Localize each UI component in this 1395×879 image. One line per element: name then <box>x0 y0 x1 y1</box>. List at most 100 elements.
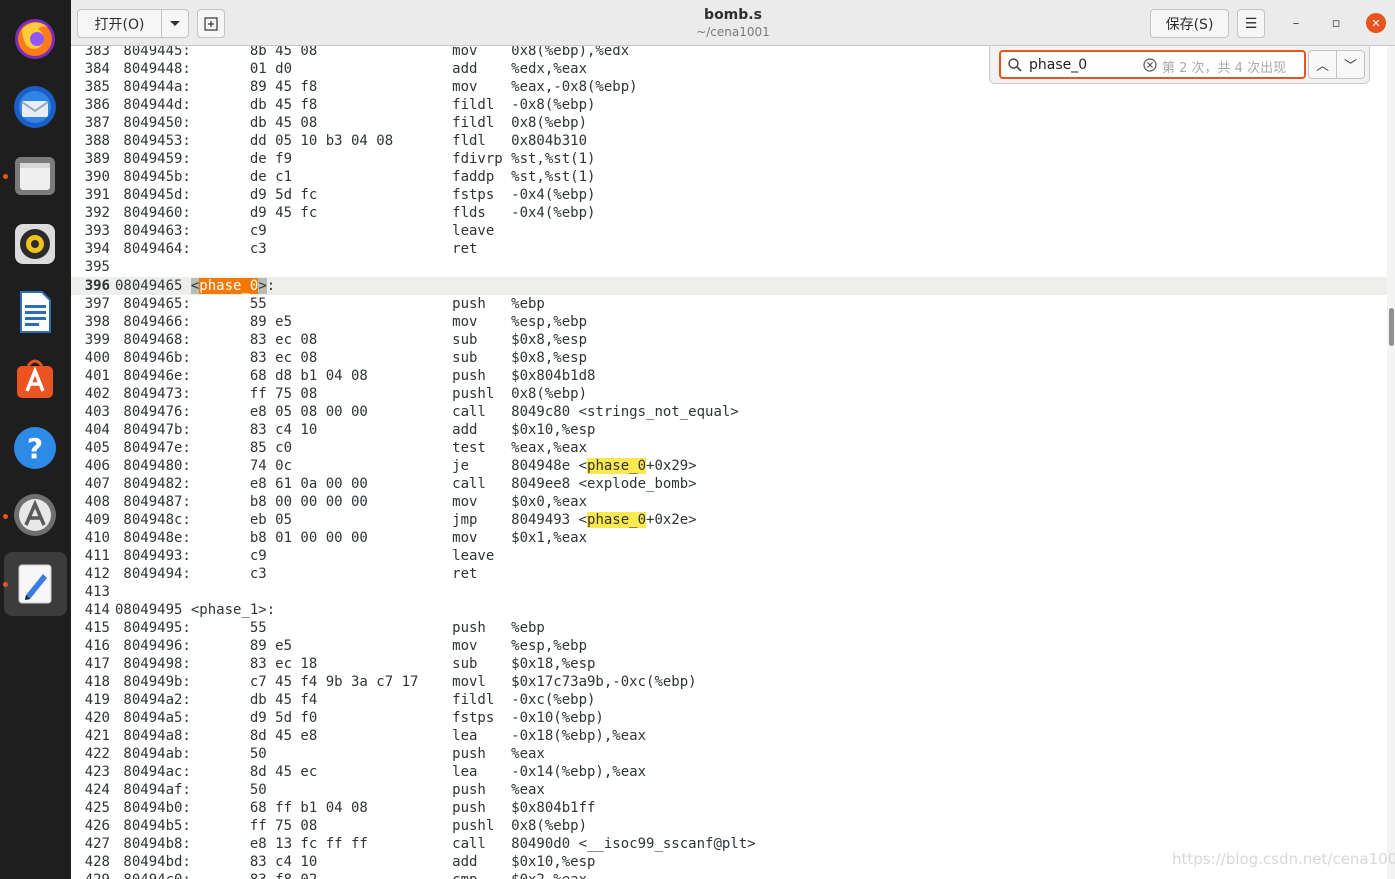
minimize-button[interactable]: – <box>1286 13 1306 33</box>
code-line[interactable]: 423 80494ac: 8d 45 ec lea -0x14(%ebp),%e… <box>71 763 1387 781</box>
line-number: 387 <box>84 115 110 131</box>
code-line[interactable]: 408 8049487: b8 00 00 00 00 mov $0x0,%ea… <box>71 493 1387 511</box>
ubuntu-software-icon <box>17 359 53 398</box>
code-line[interactable]: 394 8049464: c3 ret <box>71 240 1387 258</box>
code-line[interactable]: 387 8049450: db 45 08 fildl 0x8(%ebp) <box>71 114 1387 132</box>
search-match: phase_0 <box>587 512 647 528</box>
code-line[interactable]: 417 8049498: 83 ec 18 sub $0x18,%esp <box>71 655 1387 673</box>
software-launcher[interactable] <box>12 356 58 402</box>
search-next-button[interactable]: ﹀ <box>1336 50 1365 79</box>
code-line[interactable]: 421 80494a8: 8d 45 e8 lea -0x18(%ebp),%e… <box>71 727 1387 745</box>
search-previous-button[interactable]: ︿ <box>1308 50 1337 79</box>
files-running-indicator <box>3 174 8 179</box>
line-content: 80494b8: e8 13 fc ff ff call 80490d0 <__… <box>115 836 756 852</box>
line-number: 409 <box>84 512 110 528</box>
line-text: 8049494: c3 ret <box>115 565 511 583</box>
software-updater-icon <box>14 494 56 536</box>
code-line[interactable]: 406 8049480: 74 0c je 804948e <phase_0+0… <box>71 457 1387 475</box>
line-number: 383 <box>84 46 110 59</box>
code-line[interactable]: 426 80494b5: ff 75 08 pushl 0x8(%ebp) <box>71 817 1387 835</box>
line-text: 804948c: eb 05 jmp 8049493 <phase_0+0x2e… <box>115 511 697 529</box>
firefox-launcher[interactable] <box>12 15 58 61</box>
updater-launcher[interactable] <box>12 492 58 538</box>
rhythmbox-launcher[interactable] <box>12 221 58 267</box>
code-line[interactable]: 413 <box>71 583 1387 601</box>
code-line[interactable]: 403 8049476: e8 05 08 00 00 call 8049c80… <box>71 403 1387 421</box>
firefox-icon <box>15 19 55 59</box>
line-number: 403 <box>84 404 110 420</box>
code-line[interactable]: 422 80494ab: 50 push %eax <box>71 745 1387 763</box>
line-content: 804944a: 89 45 f8 mov %eax,-0x8(%ebp) <box>115 79 638 95</box>
code-line[interactable]: 412 8049494: c3 ret <box>71 565 1387 583</box>
line-number: 394 <box>84 241 110 257</box>
rhythmbox-icon <box>15 224 55 264</box>
editor-text-view[interactable]: 383 8049445: 8b 45 08 mov 0x8(%ebp),%edx… <box>71 46 1387 879</box>
code-line[interactable]: 396 08049465 <phase_0>: <box>71 277 1387 295</box>
line-number: 389 <box>84 151 110 167</box>
close-icon: ✕ <box>1371 16 1381 30</box>
line-text: 80494b0: 68 ff b1 04 08 push $0x804b1ff <box>115 799 595 817</box>
hamburger-menu-button[interactable]: ☰ <box>1237 9 1265 38</box>
line-content: 804946e: 68 d8 b1 04 08 push $0x804b1d8 <box>115 368 596 384</box>
libreoffice-writer-icon <box>20 291 51 333</box>
code-line[interactable]: 418 804949b: c7 45 f4 9b 3a c7 17 movl $… <box>71 673 1387 691</box>
line-content: 8049493: c9 leave <box>115 548 512 564</box>
code-line[interactable]: 414 08049495 <phase_1>: <box>71 601 1387 619</box>
text-editor-launcher[interactable] <box>12 561 58 607</box>
line-text: 80494af: 50 push %eax <box>115 781 544 799</box>
code-line[interactable]: 395 <box>71 258 1387 276</box>
code-line[interactable]: 399 8049468: 83 ec 08 sub $0x8,%esp <box>71 331 1387 349</box>
line-content: 8049453: dd 05 10 b3 04 08 fldl 0x804b31… <box>115 133 588 149</box>
code-line[interactable]: 407 8049482: e8 61 0a 00 00 call 8049ee8… <box>71 475 1387 493</box>
code-line[interactable]: 400 804946b: 83 ec 08 sub $0x8,%esp <box>71 349 1387 367</box>
code-line[interactable]: 425 80494b0: 68 ff b1 04 08 push $0x804b… <box>71 799 1387 817</box>
search-input[interactable] <box>1029 56 1139 74</box>
code-line[interactable]: 424 80494af: 50 push %eax <box>71 781 1387 799</box>
code-line[interactable]: 389 8049459: de f9 fdivrp %st,%st(1) <box>71 150 1387 168</box>
code-line[interactable]: 402 8049473: ff 75 08 pushl 0x8(%ebp) <box>71 385 1387 403</box>
code-line[interactable]: 401 804946e: 68 d8 b1 04 08 push $0x804b… <box>71 367 1387 385</box>
code-line[interactable]: 419 80494a2: db 45 f4 fildl -0xc(%ebp) <box>71 691 1387 709</box>
code-line[interactable]: 415 8049495: 55 push %ebp <box>71 619 1387 637</box>
code-line[interactable]: 388 8049453: dd 05 10 b3 04 08 fldl 0x80… <box>71 132 1387 150</box>
save-button[interactable]: 保存(S) <box>1150 9 1229 38</box>
help-launcher[interactable]: ? <box>12 425 58 471</box>
line-number: 392 <box>84 205 110 221</box>
code-line[interactable]: 390 804945b: de c1 faddp %st,%st(1) <box>71 168 1387 186</box>
vertical-scrollbar[interactable] <box>1387 46 1395 879</box>
line-number: 413 <box>84 584 110 600</box>
code-line[interactable]: 398 8049466: 89 e5 mov %esp,%ebp <box>71 313 1387 331</box>
search-field[interactable]: 第 2 次，共 4 次出现 <box>999 50 1306 79</box>
maximize-button[interactable]: ▫ <box>1326 13 1346 33</box>
line-text: 804945b: de c1 faddp %st,%st(1) <box>115 168 595 186</box>
code-line[interactable]: 429 80494c0: 83 f8 02 cmp $0x2,%eax <box>71 871 1387 879</box>
code-line[interactable]: 420 80494a5: d9 5d f0 fstps -0x10(%ebp) <box>71 709 1387 727</box>
clear-search-icon[interactable] <box>1143 58 1157 72</box>
line-content: 80494ac: 8d 45 ec lea -0x14(%ebp),%eax <box>115 764 647 780</box>
code-line[interactable]: 416 8049496: 89 e5 mov %esp,%ebp <box>71 637 1387 655</box>
files-launcher[interactable] <box>12 153 58 199</box>
code-line[interactable]: 409 804948c: eb 05 jmp 8049493 <phase_0+… <box>71 511 1387 529</box>
code-line[interactable]: 392 8049460: d9 45 fc flds -0x4(%ebp) <box>71 204 1387 222</box>
line-text: 80494a8: 8d 45 e8 lea -0x18(%ebp),%eax <box>115 727 646 745</box>
writer-launcher[interactable] <box>12 289 58 335</box>
line-text: 8049450: db 45 08 fildl 0x8(%ebp) <box>115 114 587 132</box>
thunderbird-launcher[interactable] <box>12 84 58 130</box>
code-line[interactable]: 391 804945d: d9 5d fc fstps -0x4(%ebp) <box>71 186 1387 204</box>
code-line[interactable]: 393 8049463: c9 leave <box>71 222 1387 240</box>
code-line[interactable]: 405 804947e: 85 c0 test %eax,%eax <box>71 439 1387 457</box>
close-button[interactable]: ✕ <box>1366 13 1386 33</box>
code-line[interactable]: 404 804947b: 83 c4 10 add $0x10,%esp <box>71 421 1387 439</box>
line-text: 8049473: ff 75 08 pushl 0x8(%ebp) <box>115 385 587 403</box>
code-line[interactable]: 411 8049493: c9 leave <box>71 547 1387 565</box>
line-content: 8049495: 55 push %ebp <box>115 620 545 636</box>
line-content-tail: +0x2e> <box>646 512 697 528</box>
code-line[interactable]: 397 8049465: 55 push %ebp <box>71 295 1387 313</box>
code-line[interactable]: 386 804944d: db 45 f8 fildl -0x8(%ebp) <box>71 96 1387 114</box>
line-content: 804947b: 83 c4 10 add $0x10,%esp <box>115 422 596 438</box>
code-line[interactable]: 410 804948e: b8 01 00 00 00 mov $0x1,%ea… <box>71 529 1387 547</box>
scrollbar-thumb[interactable] <box>1389 308 1394 346</box>
line-text: 804945d: d9 5d fc fstps -0x4(%ebp) <box>115 186 595 204</box>
line-content: 80494a5: d9 5d f0 fstps -0x10(%ebp) <box>115 710 604 726</box>
line-content: 80494b0: 68 ff b1 04 08 push $0x804b1ff <box>115 800 596 816</box>
